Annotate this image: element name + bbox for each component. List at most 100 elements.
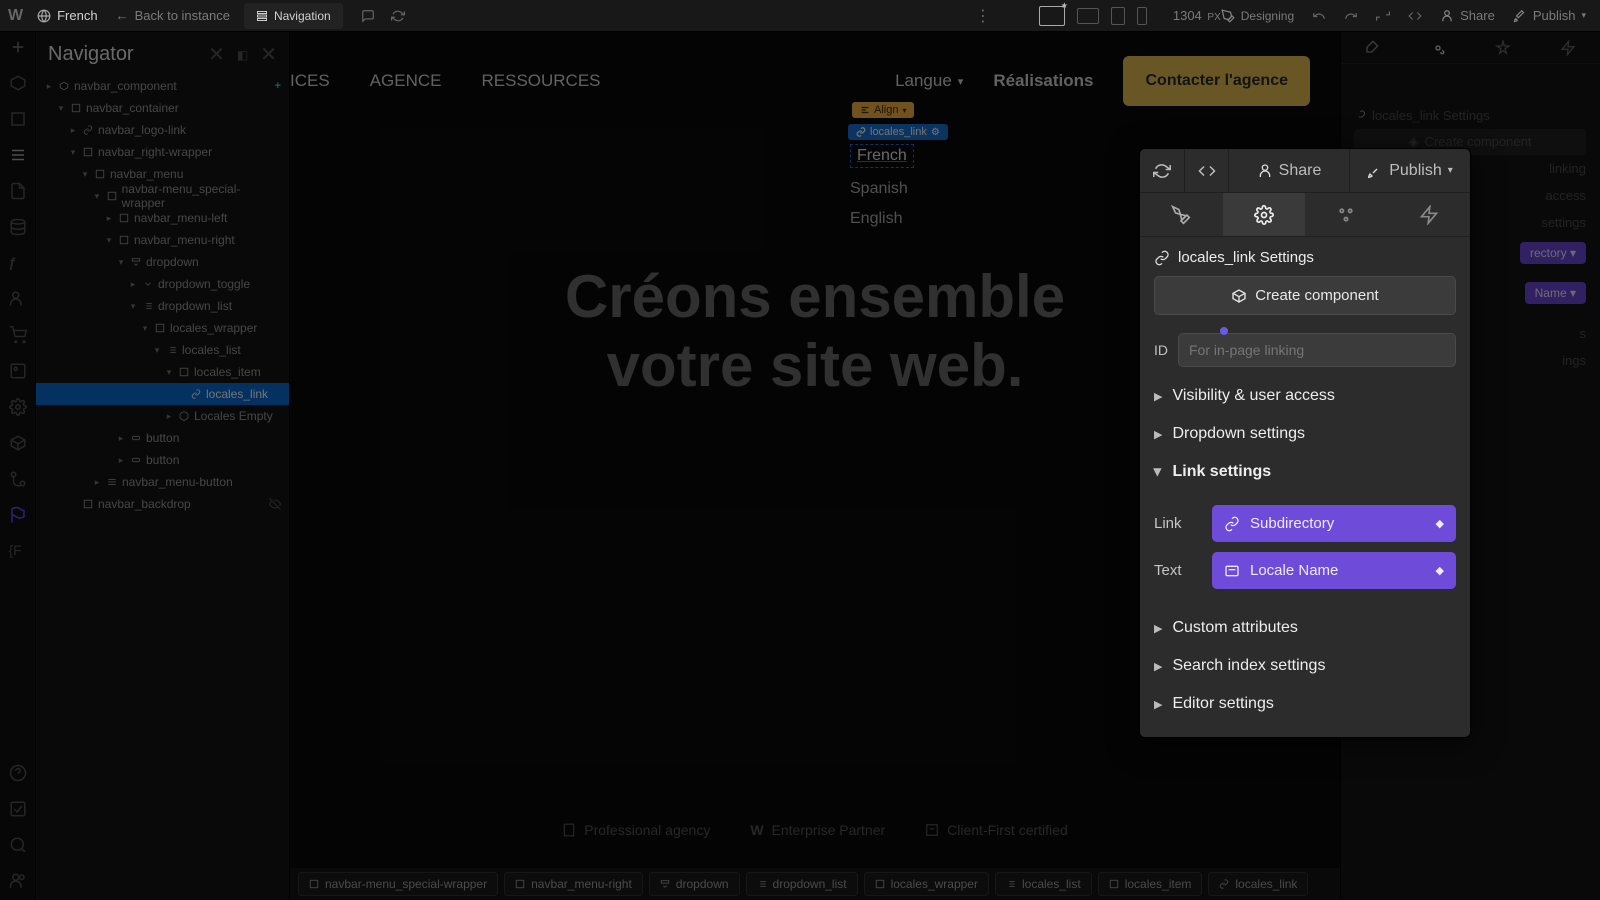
check-icon[interactable] — [9, 800, 27, 818]
caret-icon[interactable]: ▾ — [80, 169, 90, 180]
tree-item[interactable]: ▾navbar_menu-right — [36, 229, 289, 251]
settings-tab-icon[interactable] — [1430, 40, 1446, 56]
id-input[interactable] — [1178, 333, 1456, 367]
caret-icon[interactable]: ▾ — [104, 235, 114, 246]
close-icon[interactable]: ✕ — [260, 42, 277, 67]
breadcrumb-item[interactable]: locales_list — [995, 872, 1092, 896]
caret-icon[interactable]: ▸ — [116, 433, 126, 444]
webflow-logo[interactable]: W — [8, 7, 23, 25]
breadcrumb-item[interactable]: navbar_menu-right — [504, 872, 643, 896]
cms-icon[interactable] — [9, 218, 27, 236]
interactions-tab-icon[interactable] — [1560, 40, 1576, 56]
modal-code[interactable] — [1184, 149, 1228, 192]
settings-icon[interactable] — [9, 398, 27, 416]
tree-item[interactable]: ▸button — [36, 449, 289, 471]
tree-item[interactable]: ▸navbar_menu-left — [36, 207, 289, 229]
tree-item[interactable]: ▾dropdown_list — [36, 295, 289, 317]
caret-icon[interactable]: ▸ — [44, 81, 54, 92]
caret-icon[interactable]: ▾ — [92, 191, 102, 202]
search-icon[interactable] — [9, 836, 27, 854]
tree-item[interactable]: ▸button — [36, 427, 289, 449]
gear-icon[interactable]: ⚙ — [931, 127, 940, 138]
more-vertical-icon[interactable]: ⋮ — [975, 6, 991, 26]
language-dropdown[interactable]: Langue ▾ — [895, 71, 963, 91]
link-type-select[interactable]: Subdirectory ◆ — [1212, 505, 1456, 542]
breadcrumb-item[interactable]: locales_wrapper — [864, 872, 989, 896]
breadcrumb-item[interactable]: navbar-menu_special-wrapper — [298, 872, 498, 896]
brackets-icon[interactable]: {F — [9, 542, 27, 560]
caret-icon[interactable]: ▾ — [116, 257, 126, 268]
tab-style-manager[interactable] — [1305, 193, 1388, 236]
modal-refresh[interactable] — [1140, 149, 1184, 192]
accordion-custom-attributes[interactable]: ▶Custom attributes — [1154, 609, 1456, 647]
modal-share[interactable]: Share — [1228, 149, 1349, 192]
publish-button[interactable]: Publish ▾ — [1513, 8, 1586, 23]
tree-item[interactable]: ▸navbar_logo-link — [36, 119, 289, 141]
tree-item[interactable]: ▾locales_list — [36, 339, 289, 361]
device-tablet-icon[interactable] — [1111, 7, 1125, 25]
nav-link[interactable]: ICES — [290, 71, 330, 91]
code-icon[interactable] — [1408, 9, 1422, 23]
accordion-search-index[interactable]: ▶Search index settings — [1154, 647, 1456, 685]
nav-link[interactable]: RESSOURCES — [481, 71, 600, 91]
breadcrumb-item[interactable]: locales_item — [1098, 872, 1203, 896]
caret-icon[interactable]: ▸ — [104, 213, 114, 224]
accordion-link-settings[interactable]: ▶Link settings — [1154, 453, 1456, 491]
tree-item[interactable]: ▸navbar_component+ — [36, 75, 289, 97]
undo-icon[interactable] — [1312, 9, 1326, 23]
tree-item[interactable]: ▸Locales Empty — [36, 405, 289, 427]
accordion-dropdown[interactable]: ▶Dropdown settings — [1154, 415, 1456, 453]
sync-icon[interactable] — [1376, 9, 1390, 23]
tree-item[interactable]: ▾locales_item — [36, 361, 289, 383]
text-source-select[interactable]: Locale Name ◆ — [1212, 552, 1456, 589]
tree-item[interactable]: ▸navbar_menu-button — [36, 471, 289, 493]
apps-icon[interactable] — [9, 434, 27, 452]
flag-icon[interactable] — [9, 506, 27, 524]
tree-item[interactable]: ▾navbar_container — [36, 97, 289, 119]
pages-icon[interactable] — [9, 110, 27, 128]
selection-badge[interactable]: locales_link ⚙ — [848, 124, 948, 140]
caret-icon[interactable]: ▸ — [68, 125, 78, 136]
caret-icon[interactable]: ▾ — [128, 301, 138, 312]
caret-icon[interactable]: ▾ — [56, 103, 66, 114]
caret-icon[interactable]: ▾ — [164, 367, 174, 378]
tab-interactions[interactable] — [1388, 193, 1471, 236]
team-icon[interactable] — [9, 872, 27, 890]
style-manager-tab-icon[interactable] — [1495, 40, 1511, 56]
logic-icon[interactable] — [9, 470, 27, 488]
device-laptop-icon[interactable] — [1077, 8, 1099, 24]
comment-icon[interactable] — [361, 9, 375, 23]
nav-link-realisations[interactable]: Réalisations — [993, 71, 1093, 91]
locale-item[interactable]: Spanish — [850, 180, 914, 198]
box-icon[interactable] — [9, 74, 27, 92]
caret-icon[interactable]: ▾ — [140, 323, 150, 334]
help-icon[interactable] — [9, 764, 27, 782]
device-desktop-icon[interactable] — [1039, 6, 1065, 26]
back-to-instance[interactable]: ← Back to instance — [116, 8, 230, 23]
tree-item[interactable]: ▾navbar_right-wrapper — [36, 141, 289, 163]
accordion-visibility[interactable]: ▶Visibility & user access — [1154, 377, 1456, 415]
nav-link[interactable]: AGENCE — [370, 71, 442, 91]
cta-button[interactable]: Contacter l'agence — [1123, 56, 1310, 106]
split-view-icon[interactable]: ◧ — [237, 48, 248, 62]
redo-icon[interactable] — [1344, 9, 1358, 23]
breadcrumb-item[interactable]: locales_link — [1208, 872, 1308, 896]
tab-style[interactable] — [1140, 193, 1223, 236]
tree-item[interactable]: locales_link — [36, 383, 289, 405]
caret-icon[interactable]: ▾ — [152, 345, 162, 356]
tab-settings[interactable] — [1223, 193, 1306, 236]
assets-icon[interactable] — [9, 362, 27, 380]
tree-item[interactable]: ▾locales_wrapper — [36, 317, 289, 339]
locale-item-current[interactable]: French — [850, 144, 914, 168]
add-icon[interactable] — [9, 38, 27, 56]
caret-icon[interactable]: ▸ — [116, 455, 126, 466]
caret-icon[interactable]: ▸ — [128, 279, 138, 290]
device-mobile-icon[interactable] — [1137, 7, 1147, 25]
ecommerce-icon[interactable] — [9, 326, 27, 344]
refresh-icon[interactable] — [391, 9, 405, 23]
breadcrumb-item[interactable]: dropdown_list — [746, 872, 858, 896]
variables-icon[interactable]: ƒ — [9, 254, 27, 272]
modal-publish[interactable]: Publish ▾ — [1349, 149, 1470, 192]
collapse-icon[interactable]: ✕ — [208, 42, 225, 67]
users-icon[interactable] — [9, 290, 27, 308]
